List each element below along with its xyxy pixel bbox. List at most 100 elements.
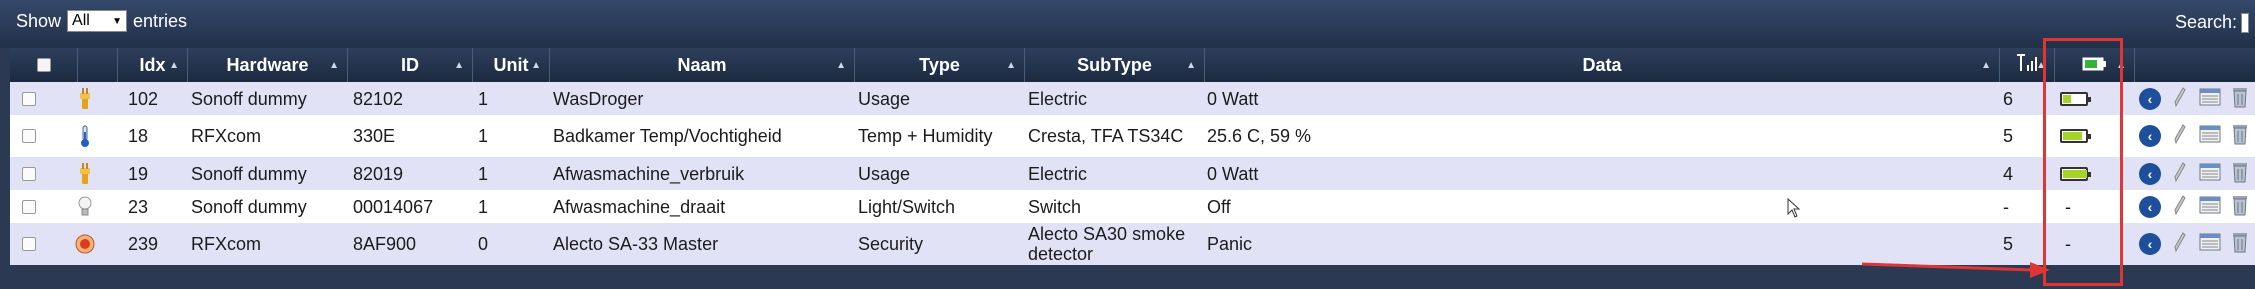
- header-data[interactable]: Data ▲: [1205, 48, 2000, 82]
- row-type: Usage: [858, 163, 911, 184]
- table-row[interactable]: 18 RFXcom 330E 1 Badkamer Temp/Vochtighe…: [10, 115, 2255, 157]
- delete-device-button[interactable]: [2228, 232, 2252, 256]
- header-subtype[interactable]: SubType ▲: [1025, 48, 1205, 82]
- header-unit-label: Unit: [493, 54, 529, 75]
- row-id: 330E: [353, 126, 396, 146]
- delete-device-button[interactable]: [2228, 124, 2252, 148]
- sort-icon: ▲: [1006, 60, 1016, 71]
- header-type-label: Type: [919, 54, 960, 75]
- row-actions: ‹: [2138, 82, 2252, 115]
- sort-icon: ▲: [531, 60, 541, 71]
- row-naam: Alecto SA-33 Master: [553, 234, 719, 254]
- trash-icon: [2232, 123, 2248, 149]
- edit-device-button[interactable]: [2168, 194, 2192, 220]
- row-unit: 1: [478, 163, 489, 184]
- table-row[interactable]: 23 Sonoff dummy 00014067 1 Afwasmachine_…: [10, 190, 2255, 223]
- header-unit[interactable]: Unit ▲: [473, 48, 550, 82]
- replace-device-button[interactable]: ‹: [2138, 195, 2162, 219]
- log-device-button[interactable]: [2198, 124, 2222, 148]
- log-device-button[interactable]: [2198, 195, 2222, 219]
- entries-label: entries: [133, 10, 188, 31]
- row-subtype: Cresta, TFA TS34C: [1028, 126, 1184, 146]
- row-idx: 18: [128, 126, 149, 146]
- header-type[interactable]: Type ▲: [855, 48, 1025, 82]
- row-checkbox-cell: [22, 223, 36, 265]
- row-signal: 5: [2003, 126, 2014, 146]
- row-unit: 1: [478, 126, 489, 146]
- header-hardware-label: Hardware: [226, 54, 309, 75]
- sort-icon: ▲: [454, 60, 464, 71]
- log-device-button[interactable]: [2198, 232, 2222, 256]
- device-icon-cell: [74, 223, 96, 265]
- header-hardware[interactable]: Hardware ▲: [188, 48, 348, 82]
- table-controls-bar: Show All ▼ entries Search:: [0, 0, 2255, 48]
- table-row[interactable]: 102 Sonoff dummy 82102 1 WasDroger Usage…: [10, 82, 2255, 115]
- row-data: 25.6 C, 59 %: [1207, 126, 1312, 146]
- pencil-icon: [2173, 123, 2187, 149]
- header-id[interactable]: ID ▲: [348, 48, 473, 82]
- row-checkbox[interactable]: [22, 166, 36, 181]
- row-checkbox[interactable]: [22, 129, 36, 143]
- device-icon-cell: [74, 157, 96, 190]
- smoke-alarm-icon[interactable]: [74, 232, 96, 256]
- pencil-icon: [2173, 161, 2187, 187]
- select-all-checkbox[interactable]: [36, 58, 51, 72]
- delete-device-button[interactable]: [2228, 162, 2252, 186]
- entries-length-control: Show All ▼ entries: [16, 10, 187, 32]
- replace-device-button[interactable]: ‹: [2138, 162, 2162, 186]
- header-select-all: [10, 48, 78, 82]
- row-checkbox[interactable]: [22, 199, 36, 214]
- light-bulb-icon[interactable]: [74, 195, 96, 219]
- log-device-button[interactable]: [2198, 162, 2222, 186]
- log-table-icon: [2199, 88, 2221, 110]
- header-naam[interactable]: Naam ▲: [550, 48, 855, 82]
- row-naam: Badkamer Temp/Vochtigheid: [553, 126, 782, 146]
- power-plug-icon[interactable]: [74, 162, 96, 186]
- device-icon-cell: [74, 115, 96, 157]
- row-id: 8AF900: [353, 234, 417, 254]
- edit-device-button[interactable]: [2168, 124, 2192, 148]
- sort-icon: ▲: [836, 60, 846, 71]
- row-subtype: Electric: [1028, 88, 1088, 109]
- devices-table: Idx ▲ Hardware ▲ ID ▲ Unit ▲ Naam ▲ Type ▲ Sub…: [10, 48, 2255, 265]
- header-idx[interactable]: Idx ▲: [118, 48, 188, 82]
- row-type: Usage: [858, 88, 911, 109]
- row-actions: ‹: [2138, 190, 2252, 223]
- arrow-left-icon: ‹: [2139, 87, 2161, 110]
- row-checkbox[interactable]: [22, 237, 36, 251]
- row-actions: ‹: [2138, 223, 2252, 265]
- sort-icon: ▲: [169, 60, 179, 71]
- edit-device-button[interactable]: [2168, 86, 2192, 111]
- row-naam: Afwasmachine_verbruik: [553, 163, 745, 184]
- row-checkbox-cell: [22, 115, 36, 157]
- search-input[interactable]: [2241, 12, 2249, 33]
- table-row[interactable]: 19 Sonoff dummy 82019 1 Afwasmachine_ver…: [10, 157, 2255, 190]
- row-actions: ‹: [2138, 157, 2252, 190]
- power-plug-icon[interactable]: [74, 87, 96, 111]
- row-subtype: Electric: [1028, 163, 1088, 184]
- replace-device-button[interactable]: ‹: [2138, 87, 2162, 111]
- row-checkbox[interactable]: [22, 91, 36, 106]
- edit-device-button[interactable]: [2168, 161, 2192, 187]
- row-data: Off: [1207, 196, 1231, 217]
- row-idx: 239: [128, 234, 159, 254]
- row-naam: Afwasmachine_draait: [553, 196, 726, 217]
- entries-select[interactable]: All ▼: [67, 10, 128, 32]
- trash-icon: [2232, 194, 2248, 220]
- delete-device-button[interactable]: [2228, 195, 2252, 219]
- edit-device-button[interactable]: [2168, 232, 2192, 256]
- replace-device-button[interactable]: ‹: [2138, 232, 2162, 256]
- row-id: 82019: [353, 163, 404, 184]
- pencil-icon: [2173, 194, 2187, 220]
- replace-device-button[interactable]: ‹: [2138, 124, 2162, 148]
- search-label: Search:: [2174, 12, 2237, 32]
- row-checkbox-cell: [22, 82, 36, 115]
- row-data: 0 Watt: [1207, 163, 1259, 184]
- delete-device-button[interactable]: [2228, 87, 2252, 111]
- thermometer-icon[interactable]: [74, 124, 96, 148]
- arrow-left-icon: ‹: [2139, 233, 2161, 255]
- row-data: 0 Watt: [1207, 88, 1259, 109]
- log-device-button[interactable]: [2198, 87, 2222, 111]
- row-hardware: Sonoff dummy: [191, 196, 307, 217]
- row-type: Security: [858, 234, 924, 254]
